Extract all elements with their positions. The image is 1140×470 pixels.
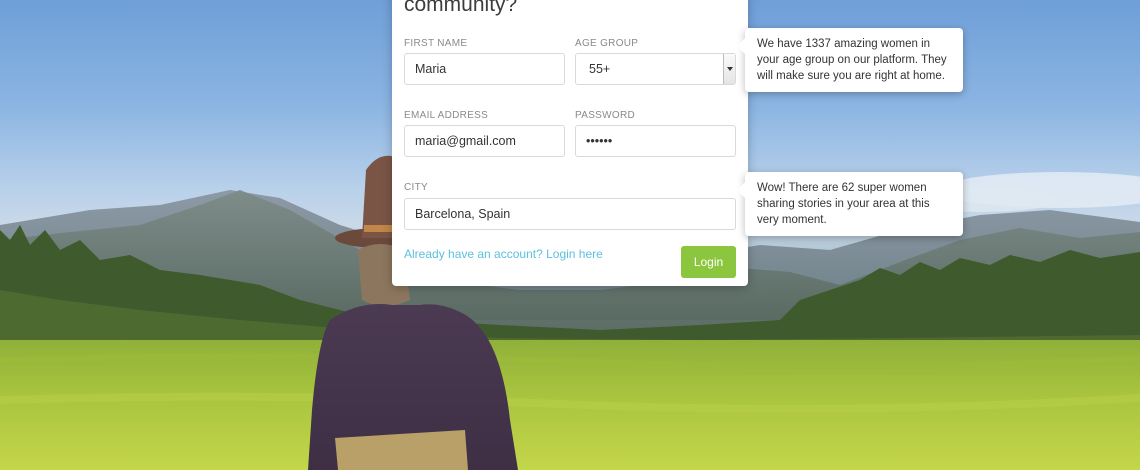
city-input[interactable] [404, 198, 736, 230]
age-group-label: AGE GROUP [575, 38, 639, 49]
login-link[interactable]: Already have an account? Login here [404, 247, 603, 261]
chevron-down-icon[interactable] [723, 54, 735, 84]
first-name-label: FIRST NAME [404, 38, 468, 49]
city-label: CITY [404, 182, 428, 193]
password-input[interactable] [575, 125, 736, 157]
password-label: PASSWORD [575, 110, 635, 121]
age-group-tooltip: We have 1337 amazing women in your age g… [737, 28, 963, 92]
city-tooltip: Wow! There are 62 super women sharing st… [737, 172, 963, 236]
age-group-value: 55+ [589, 62, 611, 76]
form-heading: community? [404, 0, 518, 16]
first-name-input[interactable] [404, 53, 565, 85]
login-button[interactable]: Login [681, 246, 736, 278]
age-group-select[interactable]: 55+ [575, 53, 736, 85]
signup-card: community? FIRST NAME AGE GROUP 55+ EMAI… [392, 0, 748, 286]
email-input[interactable] [404, 125, 565, 157]
email-label: EMAIL ADDRESS [404, 110, 489, 121]
